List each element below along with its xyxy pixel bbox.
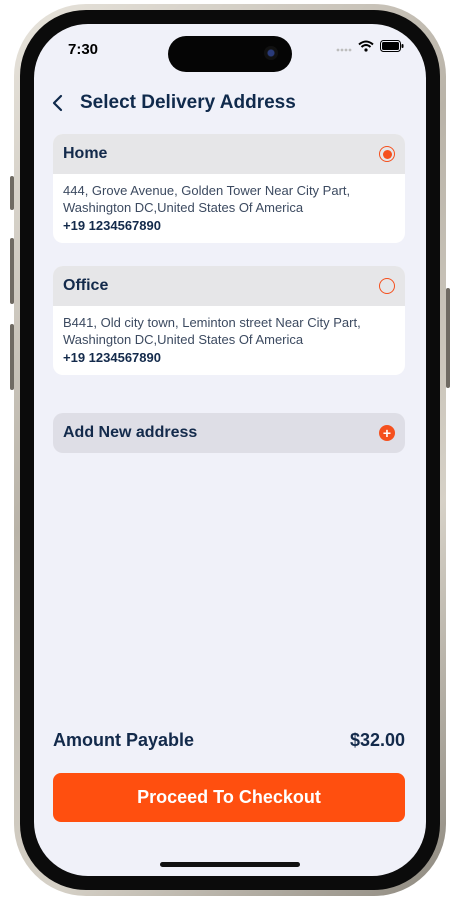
volume-up-button (10, 238, 14, 304)
radio-unselected[interactable] (379, 278, 395, 294)
chevron-left-icon (52, 94, 63, 112)
status-time: 7:30 (68, 41, 99, 58)
address-card-body: B441, Old city town, Leminton street Nea… (53, 306, 405, 375)
address-label: Home (63, 145, 108, 162)
address-card-office[interactable]: Office B441, Old city town, Leminton str… (53, 266, 405, 375)
address-label: Office (63, 277, 109, 294)
amount-payable-row: Amount Payable $32.00 (53, 730, 405, 751)
camera-icon (264, 46, 278, 60)
radio-dot (382, 149, 392, 159)
address-card-header: Home (53, 134, 405, 174)
status-icons (336, 40, 404, 52)
volume-down-button (10, 324, 14, 390)
battery-icon (380, 40, 404, 52)
plus-circle-icon: + (379, 425, 395, 441)
back-button[interactable] (52, 90, 72, 116)
dynamic-island (168, 36, 292, 72)
address-phone: +19 1234567890 (63, 350, 161, 365)
screen: 7:30 Select Delivery Address Home 444, G… (34, 24, 426, 876)
address-text: 444, Grove Avenue, Golden Tower Near Cit… (63, 183, 351, 215)
address-card-body: 444, Grove Avenue, Golden Tower Near Cit… (53, 174, 405, 243)
page-title: Select Delivery Address (80, 92, 296, 113)
signal-icon (336, 48, 352, 52)
proceed-to-checkout-button[interactable]: Proceed To Checkout (53, 773, 405, 822)
mute-switch (10, 176, 14, 210)
address-card-home[interactable]: Home 444, Grove Avenue, Golden Tower Nea… (53, 134, 405, 243)
address-phone: +19 1234567890 (63, 218, 161, 233)
add-new-address-button[interactable]: Add New address + (53, 413, 405, 453)
header: Select Delivery Address (52, 90, 296, 116)
power-button (446, 288, 450, 388)
address-text: B441, Old city town, Leminton street Nea… (63, 315, 361, 347)
amount-label: Amount Payable (53, 730, 195, 750)
home-indicator[interactable] (160, 862, 300, 867)
amount-value: $32.00 (349, 730, 405, 750)
address-card-header: Office (53, 266, 405, 306)
wifi-icon (358, 40, 374, 52)
add-address-label: Add New address (63, 424, 198, 441)
radio-selected[interactable] (379, 146, 395, 162)
